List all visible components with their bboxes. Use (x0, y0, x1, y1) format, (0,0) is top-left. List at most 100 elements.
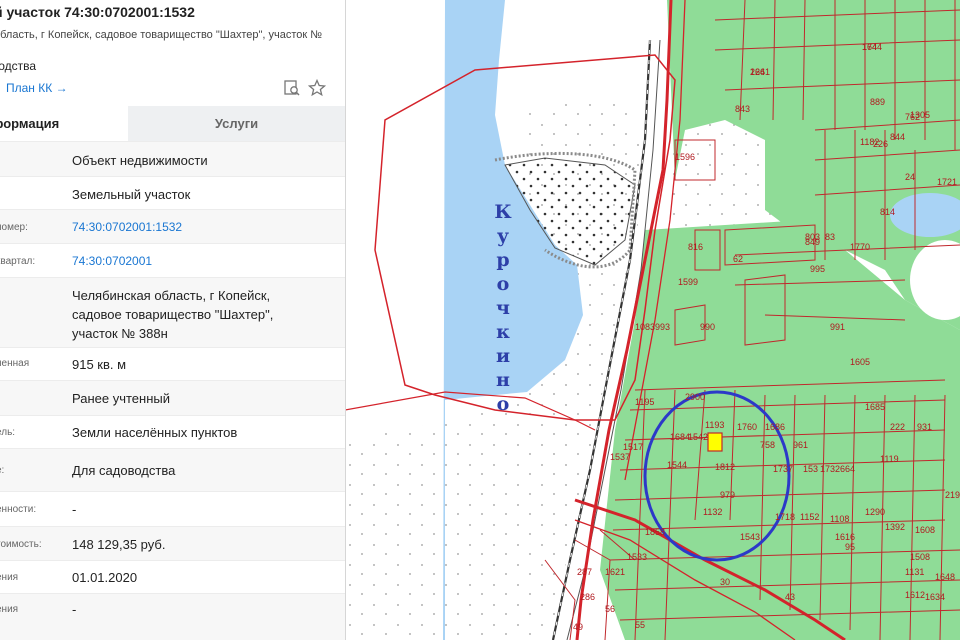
row-value: Для садоводства (72, 463, 176, 478)
parcel-number: 2194 (945, 490, 960, 500)
parcel-number: 1770 (850, 242, 870, 252)
row-value: 148 129,35 руб. (72, 537, 166, 552)
parcel-number: 844 (890, 132, 905, 142)
info-row: тоимость: 148 129,35 руб. (0, 526, 345, 561)
row-value: - (72, 502, 77, 517)
parcel-number: 1605 (850, 357, 870, 367)
info-row: ель: Земли населённых пунктов (0, 415, 345, 449)
info-row: Объект недвижимости (0, 141, 345, 177)
row-label: ненная (0, 358, 30, 369)
parcel-number: 1305 (910, 110, 930, 120)
row-label: енности: (0, 504, 37, 515)
info-row: ения 01.01.2020 (0, 560, 345, 594)
parcel-number: 1290 (865, 507, 885, 517)
parcel-number: 995 (810, 264, 825, 274)
parcel-number: 1608 (915, 525, 935, 535)
parcel-number: 991 (830, 322, 845, 332)
info-row: ненная 915 кв. м (0, 347, 345, 381)
row-value: - (72, 602, 77, 617)
parcel-number: 2900 (685, 392, 705, 402)
row-label: ения (0, 604, 19, 615)
parcel-number: 1392 (885, 522, 905, 532)
parcel-number: 1537 (610, 452, 630, 462)
parcel-number: 961 (793, 440, 808, 450)
info-panel: й участок 74:30:0702001:1532 область, г … (0, 0, 346, 640)
info-row: е: Для садоводства (0, 448, 345, 492)
parcel-number: 1596 (675, 152, 695, 162)
parcel-number: 1132 (703, 507, 722, 517)
parcel-number: 814 (880, 207, 895, 217)
place-name-letter: о (497, 273, 510, 295)
parcel-number: 1718 (775, 512, 795, 522)
row-value: Земельный участок (72, 187, 191, 202)
parcel-number: 1533 (627, 552, 647, 562)
parcel-number: 1195 (635, 397, 654, 407)
parcel-number: 1544 (667, 460, 687, 470)
info-row: ения - (0, 593, 345, 640)
place-name-letter: н (496, 369, 510, 391)
parcel-number: 56 (605, 604, 615, 614)
parcel-number: 1152 (800, 512, 819, 522)
cadastral-number-link[interactable]: 74:30:0702001:1532 (72, 218, 332, 237)
parcel-number: 287 (577, 567, 592, 577)
selected-parcel[interactable] (707, 432, 723, 452)
row-value: Челябинская область, г Копейск, садовое … (72, 288, 274, 341)
find-on-map-icon[interactable] (283, 79, 301, 97)
parcel-number: 1517 (623, 442, 643, 452)
star-icon[interactable] (308, 79, 326, 97)
parcel-number: 95 (845, 542, 855, 552)
row-label: тоимость: (0, 539, 42, 550)
cadastral-map[interactable]: Курочкино 17422684388976215961182 8441305… (345, 0, 960, 640)
parcel-number: 1612 (905, 590, 925, 600)
parcel-number: 1644 (862, 42, 882, 52)
parcel-number: 30 (720, 577, 730, 587)
parcel-number: 816 (688, 242, 703, 252)
row-label: квартал: (0, 256, 36, 267)
cadastral-quarter-link[interactable]: 74:30:0702001 (72, 252, 332, 271)
parcel-number: 1760 (737, 422, 757, 432)
parcel-number: 1108 (830, 514, 849, 524)
parcel-number: 222 (890, 422, 905, 432)
parcel-number: 1508 (910, 552, 930, 562)
parcel-number: 24 (905, 172, 915, 182)
parcel-number: 1648 (935, 572, 955, 582)
parcel-number: 1599 (678, 277, 698, 287)
tab-information[interactable]: формация (0, 106, 128, 141)
place-name-letter: К (494, 201, 512, 223)
parcel-number: 1685 (865, 402, 885, 412)
place-name-letter: р (496, 249, 509, 271)
row-label: ения (0, 572, 19, 583)
parcel-number: 990 (700, 322, 715, 332)
info-row: квартал: 74:30:0702001 (0, 243, 345, 278)
parcel-number: 849 (805, 237, 820, 247)
row-value: 01.01.2020 (72, 570, 138, 585)
info-row: Земельный участок (0, 176, 345, 210)
place-name-letter: и (496, 345, 510, 367)
parcel-number: 62 (733, 254, 743, 264)
row-value: Ранее учтенный (72, 391, 170, 406)
place-name-letter: к (496, 321, 510, 343)
parcel-number: 43 (785, 592, 795, 602)
parcel-number: 979 (720, 490, 735, 500)
place-name-letter: ч (496, 297, 510, 319)
place-name-letter: у (497, 225, 509, 247)
parcel-number: 49 (573, 622, 583, 632)
tab-services[interactable]: Услуги (128, 106, 345, 141)
tab-bar: формация Услуги (0, 106, 345, 141)
purpose-fragment: водства (0, 59, 37, 73)
info-row: енности: - (0, 491, 345, 527)
parcel-number: 55 (635, 620, 645, 630)
plan-kk-link[interactable]: План КК → (6, 81, 68, 95)
parcel-number: 664 (840, 464, 855, 474)
row-label: е: (0, 465, 5, 476)
row-value: Земли населённых пунктов (72, 425, 238, 440)
parcel-number: 1119 (880, 454, 899, 464)
parcel-number: 1083 (635, 322, 655, 332)
parcel-number: 1542 (688, 432, 708, 442)
parcel-number: 226 (873, 139, 888, 149)
parcel-number: 758 (760, 440, 775, 450)
parcel-number: 889 (870, 97, 885, 107)
parcel-number: 1543 (740, 532, 760, 542)
parcel-number: 1621 (605, 567, 625, 577)
info-row: номер: 74:30:0702001:1532 (0, 209, 345, 244)
